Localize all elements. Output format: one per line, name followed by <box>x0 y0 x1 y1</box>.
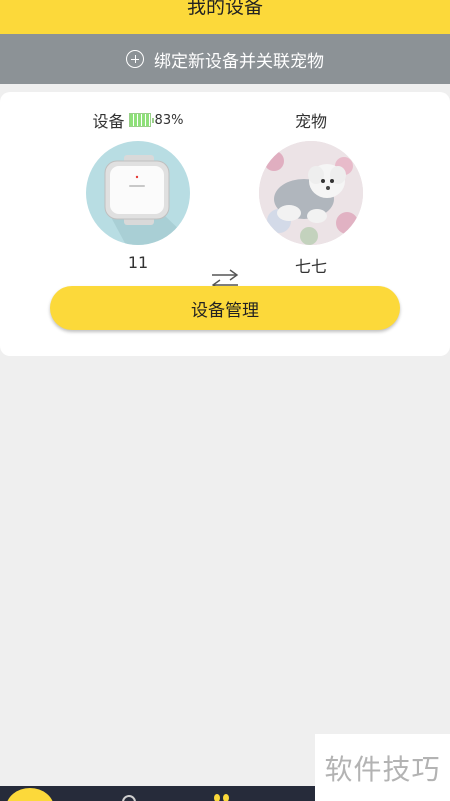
bind-new-device-label: 绑定新设备并关联宠物 <box>154 51 324 72</box>
bottom-tab-bar <box>0 786 315 801</box>
device-avatar[interactable] <box>86 141 190 245</box>
pet-photo <box>259 141 363 245</box>
battery-icon <box>128 113 154 127</box>
device-header: 设备 83% <box>56 108 220 132</box>
bind-new-device-button[interactable]: 绑定新设备并关联宠物 <box>0 34 450 84</box>
tab-home[interactable] <box>6 788 54 801</box>
pet-name: 七七 <box>294 257 327 276</box>
device-label: 设备 <box>92 112 125 131</box>
pet-avatar[interactable] <box>259 141 363 245</box>
pet-label: 宠物 <box>294 112 327 131</box>
plus-circle-icon <box>126 50 144 68</box>
battery-percentage: 83% <box>154 112 184 128</box>
page-title: 我的设备 <box>186 0 263 18</box>
tracker-device-icon <box>104 155 190 245</box>
device-name: 11 <box>127 253 149 272</box>
watermark: 软件技巧 <box>315 734 450 801</box>
tab-pet-paw-icon[interactable] <box>214 794 230 801</box>
header-bar: 我的设备 <box>0 0 450 34</box>
device-pet-card: 设备 83% 11 宠物 七七 设备管理 <box>0 92 450 356</box>
device-manage-button[interactable]: 设备管理 <box>50 286 400 330</box>
device-manage-label: 设备管理 <box>191 300 259 321</box>
tab-discover-icon[interactable] <box>122 795 136 801</box>
